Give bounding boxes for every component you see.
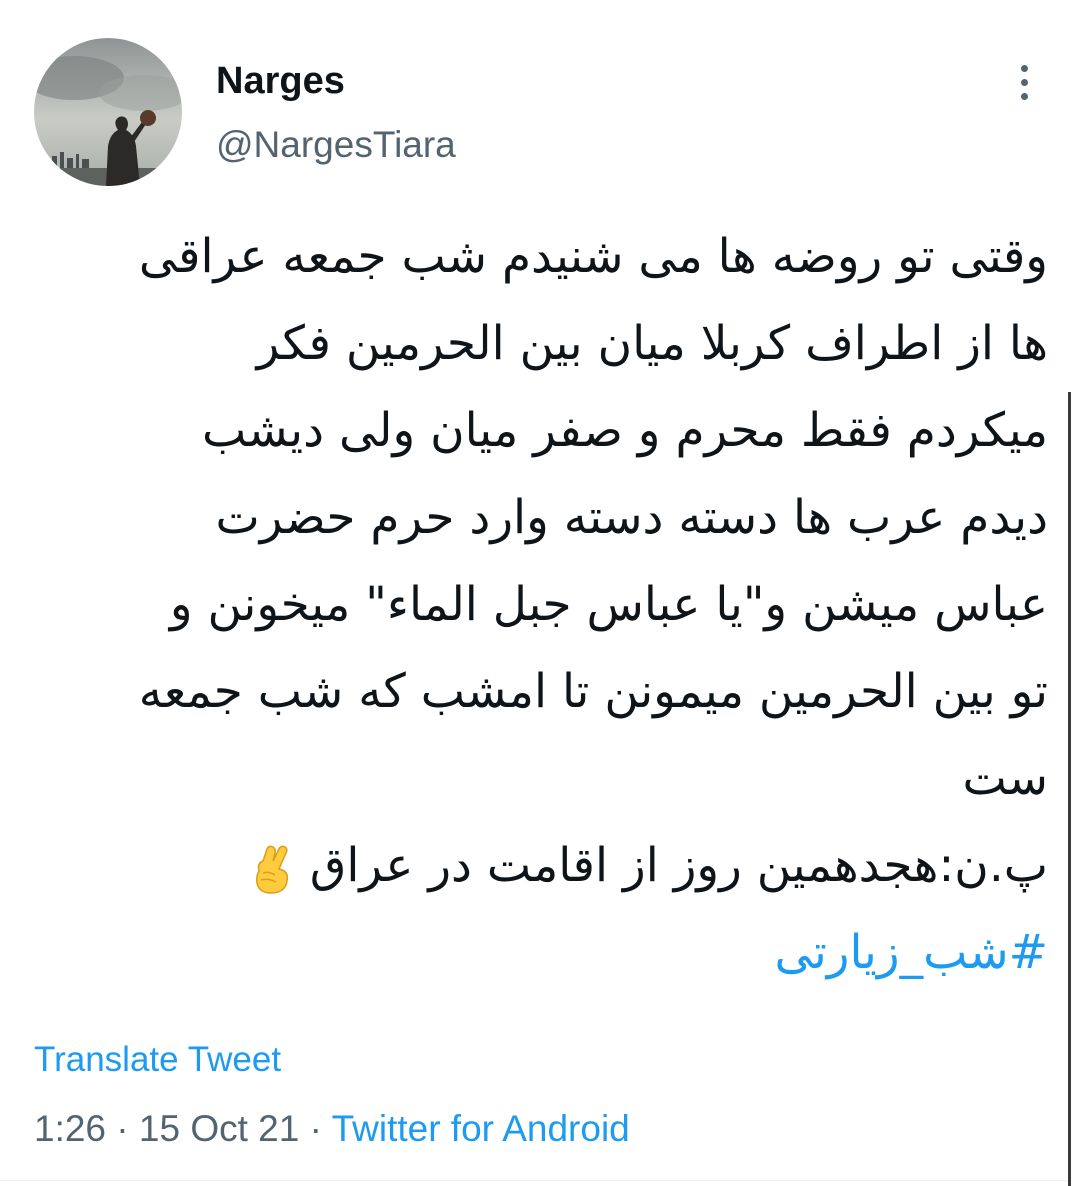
tweet-line: ها از اطراف کربلا میان بین الحرمین فکر: [256, 316, 1048, 371]
tweet-date[interactable]: 15 Oct 21: [139, 1108, 299, 1149]
tweet-text: وقتی تو روضه ها می شنیدم شب جمعه عراقی ه…: [30, 213, 1048, 996]
more-vertical-icon: [1020, 64, 1028, 72]
tweet-line: میکردم فقط محرم و صفر میان ولی دیشب: [201, 403, 1048, 458]
tweet-source-link[interactable]: Twitter for Android: [332, 1108, 630, 1149]
hashtag-link[interactable]: #شب_زیارتی: [30, 909, 1048, 996]
tweet-line-ps: پ.ن:هجدهمین روز از اقامت در عراق: [30, 822, 1048, 909]
tweet-line: عباس میشن و"یا عباس جبل الماء" میخونن و: [169, 577, 1048, 632]
tweet-line-ps-text: پ.ن:هجدهمین روز از اقامت در عراق: [309, 838, 1048, 893]
avatar-image: [34, 38, 182, 186]
display-name[interactable]: Narges: [216, 56, 345, 106]
tweet-line: ست: [962, 751, 1048, 806]
divider: [0, 1180, 1068, 1181]
more-vertical-icon-dot: [1020, 78, 1028, 86]
tweet-line: تو بین الحرمین میمونن تا امشب که شب جمعه: [138, 664, 1048, 719]
scrollbar[interactable]: [1068, 392, 1071, 1186]
avatar[interactable]: [34, 38, 182, 186]
tweet-line: وقتی تو روضه ها می شنیدم شب جمعه عراقی: [138, 229, 1048, 284]
more-options-button[interactable]: [1000, 56, 1048, 108]
translate-tweet-link[interactable]: Translate Tweet: [34, 1036, 281, 1084]
crossed-fingers-icon: [255, 845, 289, 894]
meta-separator: ·: [299, 1108, 332, 1149]
user-handle[interactable]: @NargesTiara: [216, 120, 456, 170]
tweet-time[interactable]: 1:26: [34, 1108, 106, 1149]
meta-separator: ·: [106, 1108, 139, 1149]
tweet-metadata: 1:26 · 15 Oct 21 · Twitter for Android: [34, 1104, 630, 1154]
tweet-line: دیدم عرب ها دسته دسته وارد حرم حضرت: [215, 490, 1048, 545]
more-vertical-icon-dot: [1020, 92, 1028, 100]
